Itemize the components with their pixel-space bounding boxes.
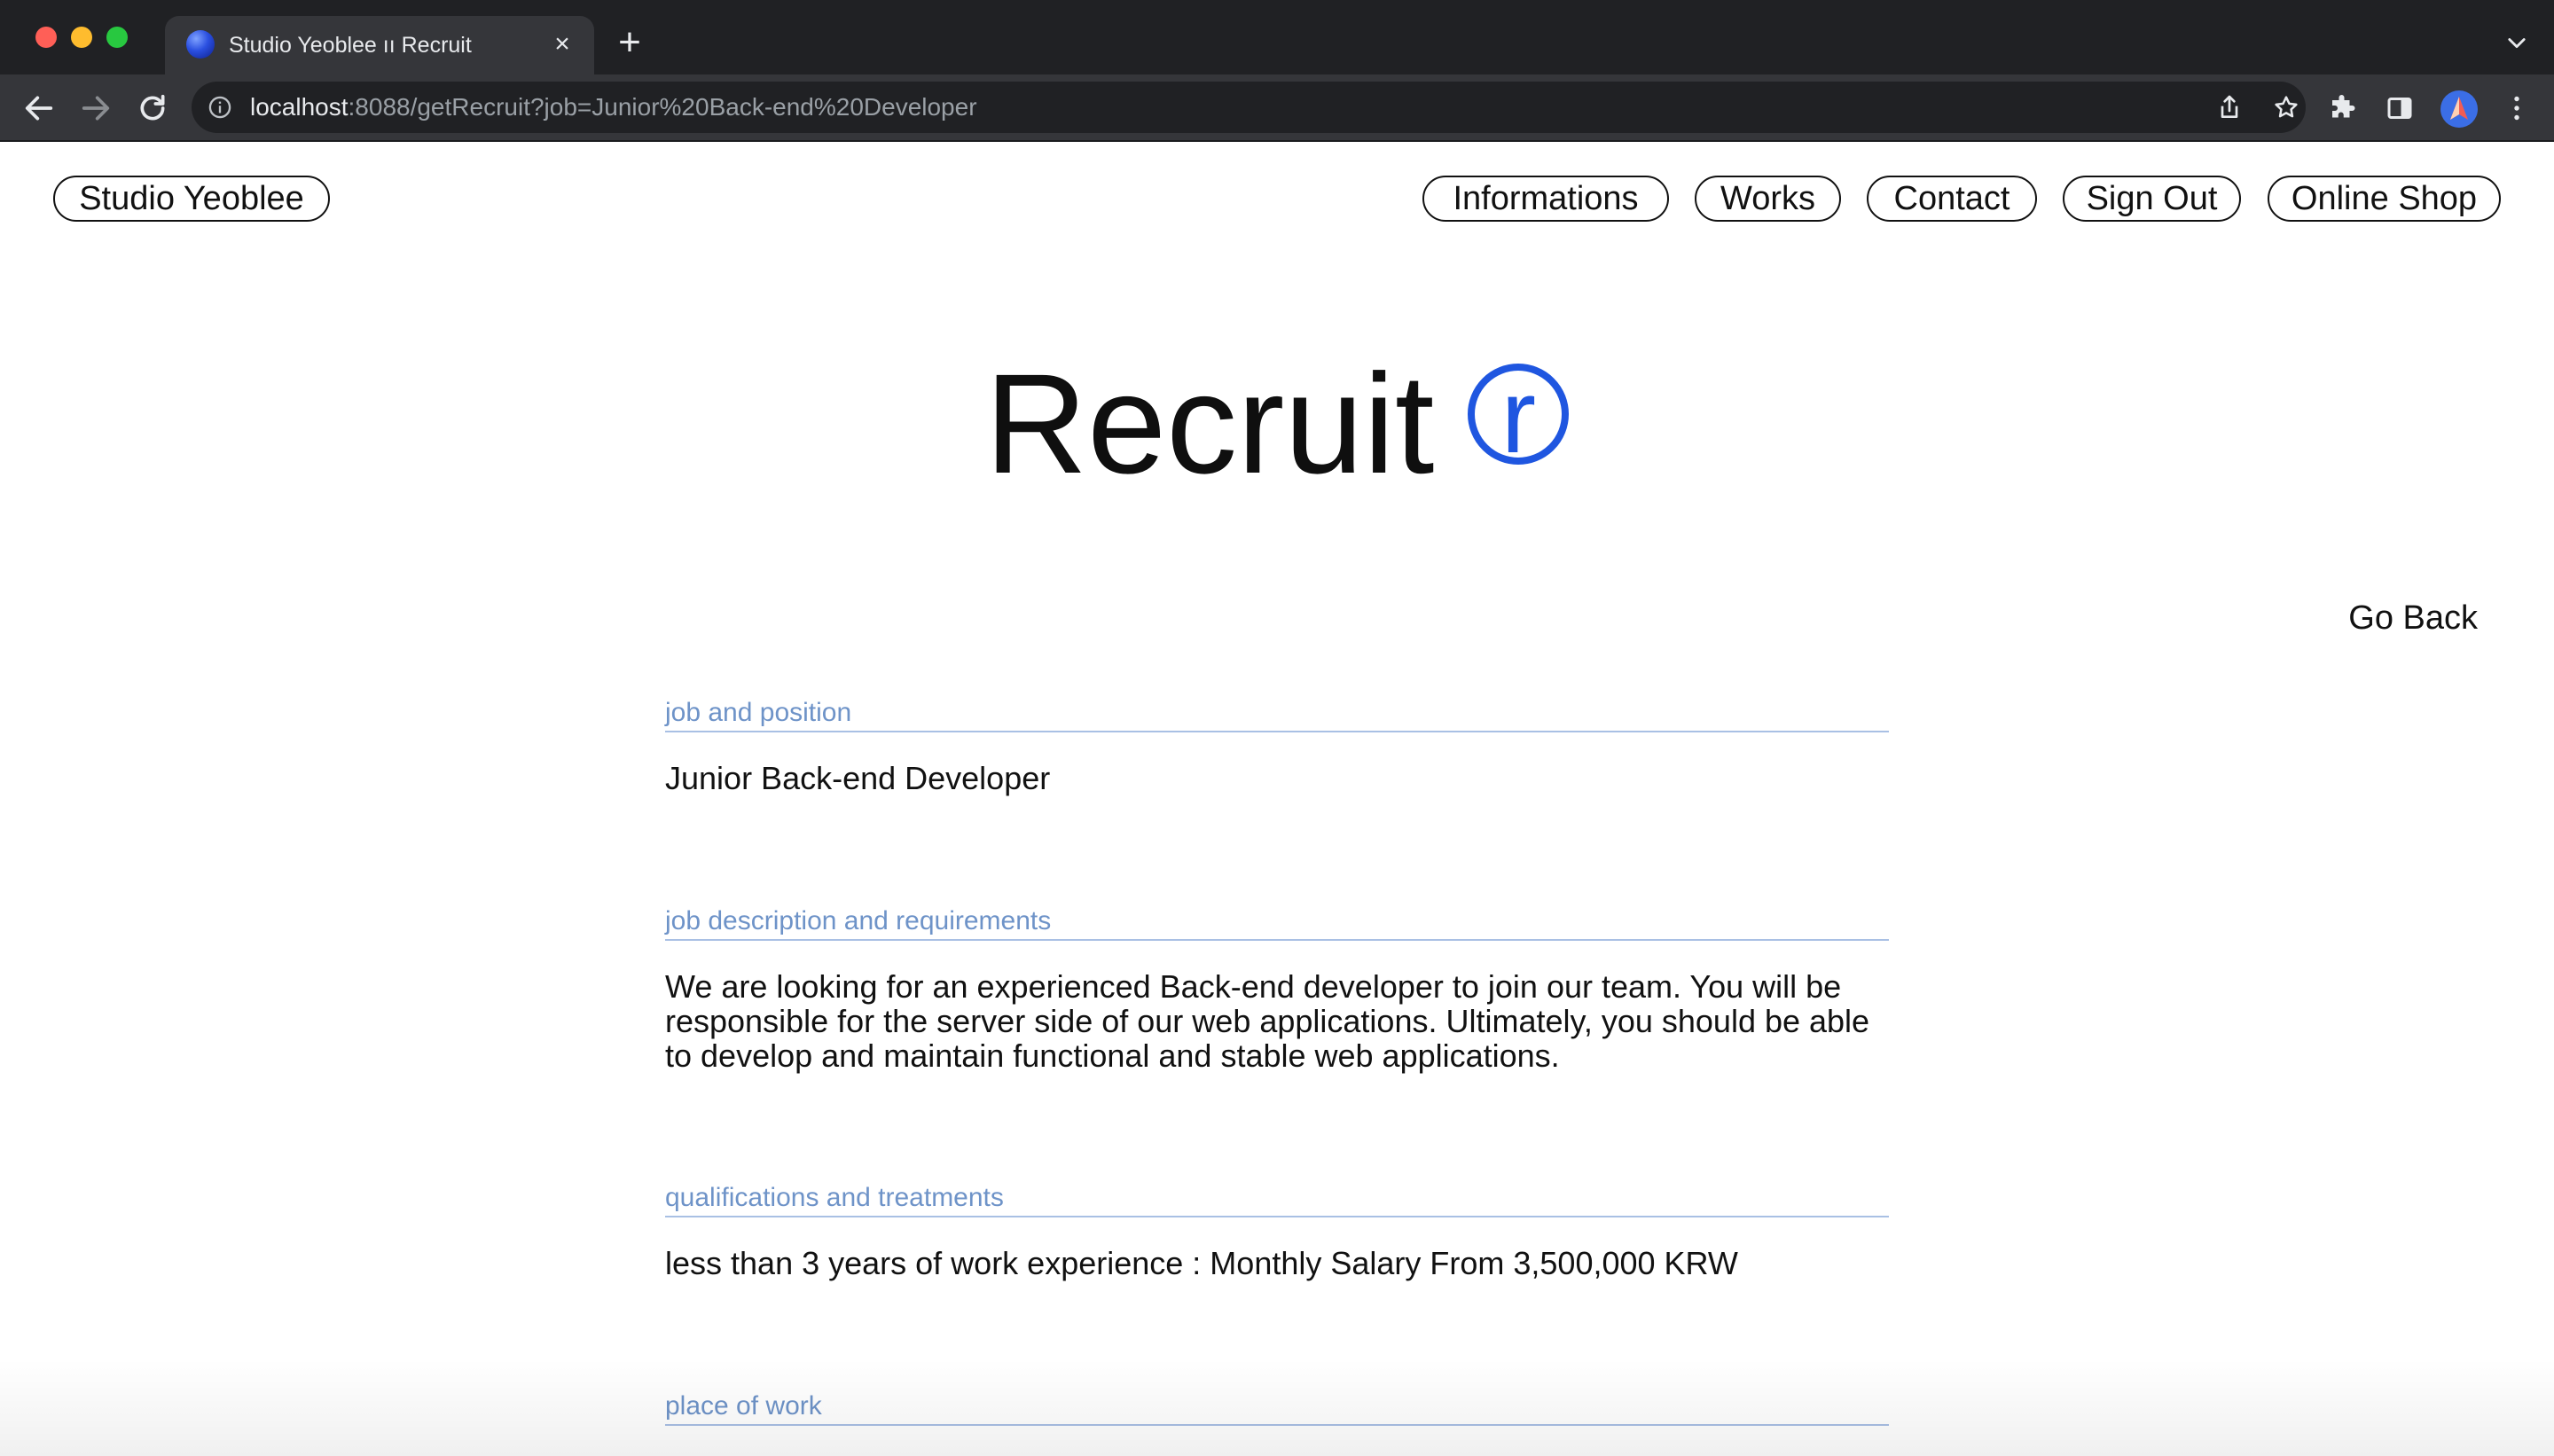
nav-sign-out-link[interactable]: Sign Out	[2063, 176, 2241, 222]
nav-online-shop-link[interactable]: Online Shop	[2268, 176, 2501, 222]
section-qualifications: qualifications and treatments less than …	[665, 1182, 1889, 1280]
tab-search-chevron-down-icon[interactable]	[2504, 30, 2529, 55]
profile-avatar[interactable]	[2440, 90, 2478, 128]
section-job-description: job description and requirements We are …	[665, 905, 1889, 1073]
share-icon[interactable]	[2215, 93, 2244, 121]
go-back-link[interactable]: Go Back	[2348, 598, 2478, 638]
minimize-window-button[interactable]	[71, 27, 92, 48]
browser-menu-icon[interactable]	[2501, 92, 2533, 124]
side-panel-icon[interactable]	[2384, 92, 2416, 124]
url-path: :8088/getRecruit?job=Junior%20Back-end%2…	[348, 93, 977, 121]
browser-toolbar: localhost:8088/getRecruit?job=Junior%20B…	[0, 74, 2554, 142]
section-label: place of work	[665, 1390, 1889, 1426]
section-label: qualifications and treatments	[665, 1182, 1889, 1217]
tab-title: Studio Yeoblee ıı Recruit	[229, 33, 472, 58]
url-text: localhost:8088/getRecruit?job=Junior%20B…	[250, 82, 977, 133]
reload-icon[interactable]	[135, 90, 170, 126]
forward-arrow-icon[interactable]	[78, 90, 114, 126]
section-value: Junior Back-end Developer	[665, 760, 1051, 796]
section-label: job description and requirements	[665, 905, 1889, 941]
recruit-r-badge-icon: r	[1468, 364, 1570, 469]
extensions-puzzle-icon[interactable]	[2327, 92, 2359, 124]
site-info-icon[interactable]	[208, 95, 232, 120]
section-place-of-work: place of work	[665, 1390, 1889, 1426]
section-value: We are looking for an experienced Back-e…	[665, 968, 1870, 1074]
brand-home-link[interactable]: Studio Yeoblee	[53, 176, 330, 222]
section-value: less than 3 years of work experience : M…	[665, 1245, 1738, 1281]
maximize-window-button[interactable]	[106, 27, 128, 48]
nav-informations-link[interactable]: Informations	[1422, 176, 1669, 222]
new-tab-icon[interactable]: +	[612, 23, 647, 62]
page-content: Studio Yeoblee Informations Works Contac…	[0, 142, 2554, 1456]
site-favicon-icon	[186, 30, 215, 59]
section-label: job and position	[665, 697, 1889, 732]
close-window-button[interactable]	[35, 27, 57, 48]
section-job-and-position: job and position Junior Back-end Develop…	[665, 697, 1889, 795]
back-arrow-icon[interactable]	[21, 90, 57, 126]
tab-close-icon[interactable]: ×	[546, 28, 578, 60]
url-host: localhost	[250, 93, 349, 121]
browser-title-bar: Studio Yeoblee ıı Recruit × +	[0, 0, 2554, 74]
browser-tab-active[interactable]: Studio Yeoblee ıı Recruit ×	[165, 16, 594, 74]
address-bar[interactable]: localhost:8088/getRecruit?job=Junior%20B…	[192, 82, 2306, 133]
nav-works-link[interactable]: Works	[1695, 176, 1841, 222]
bookmark-star-icon[interactable]	[2272, 93, 2300, 121]
page-title: Recruit r	[0, 344, 2554, 504]
nav-contact-link[interactable]: Contact	[1867, 176, 2037, 222]
page-title-text: Recruit	[984, 344, 1435, 503]
